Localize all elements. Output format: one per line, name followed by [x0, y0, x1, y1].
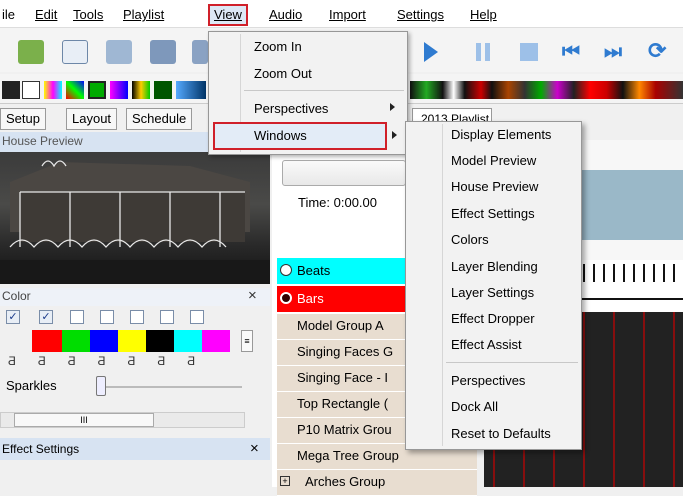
submenu-model-preview[interactable]: Model Preview — [451, 151, 536, 171]
color-swatch-green[interactable] — [62, 330, 90, 352]
fast-forward-icon[interactable]: ⏭ — [604, 42, 622, 62]
menu-edit[interactable]: Edit — [33, 6, 59, 24]
beats-radio[interactable] — [280, 264, 292, 276]
row-bars[interactable]: Bars — [277, 286, 407, 312]
color-swatch-black[interactable] — [146, 330, 174, 352]
save-icon[interactable] — [150, 40, 176, 64]
menu-help[interactable]: Help — [468, 6, 499, 24]
submenu-layer-settings[interactable]: Layer Settings — [451, 283, 534, 303]
sparkles-label: Sparkles — [6, 378, 57, 393]
color-swatch-cyan[interactable] — [174, 330, 202, 352]
color-panel-scroll-thumb[interactable]: ≡ — [241, 330, 253, 352]
house-preview-image — [0, 152, 270, 284]
checkbox-color-4[interactable] — [100, 310, 114, 324]
checkbox-color-7[interactable] — [190, 310, 204, 324]
lock-icons-row: ƋƋƋƋƋƋƋ — [8, 354, 218, 368]
save-as-icon[interactable] — [192, 40, 208, 64]
time-label: Time: 0:00.00 — [298, 195, 378, 210]
checkbox-color-3[interactable] — [70, 310, 84, 324]
view-menu-zoom-out[interactable]: Zoom Out — [254, 63, 312, 85]
effects-palette-strip[interactable] — [410, 81, 683, 99]
perspectives-arrow-icon — [390, 103, 395, 111]
menu-audio[interactable]: Audio — [267, 6, 304, 24]
checkbox-color-1[interactable]: ✓ — [6, 310, 20, 324]
menu-file[interactable]: ile — [0, 6, 17, 24]
effect-off-icon[interactable] — [2, 81, 20, 99]
row-singing-faces-g[interactable]: Singing Faces G — [277, 340, 407, 366]
menu-playlist[interactable]: Playlist — [121, 6, 166, 24]
menu-settings[interactable]: Settings — [395, 6, 446, 24]
submenu-effect-dropper[interactable]: Effect Dropper — [451, 309, 535, 329]
row-top-rectangle[interactable]: Top Rectangle ( — [277, 392, 407, 418]
submenu-house-preview[interactable]: House Preview — [451, 177, 538, 197]
sequencer-combo[interactable] — [282, 160, 406, 186]
submenu-colors[interactable]: Colors — [451, 230, 489, 250]
checkbox-color-5[interactable] — [130, 310, 144, 324]
effect-curtain-icon[interactable] — [132, 81, 150, 99]
menu-view[interactable]: View — [208, 4, 248, 26]
checkbox-color-2[interactable]: ✓ — [39, 310, 53, 324]
hscroll-thumb[interactable]: III — [14, 413, 154, 427]
view-menu-windows[interactable]: Windows — [254, 125, 307, 147]
effect-fire-icon[interactable] — [176, 81, 206, 99]
stop-icon[interactable] — [520, 43, 538, 61]
tab-layout[interactable]: Layout — [66, 108, 118, 130]
submenu-dock-all[interactable]: Dock All — [451, 397, 498, 417]
effect-bars-icon[interactable] — [44, 81, 62, 99]
submenu-display-elements[interactable]: Display Elements — [451, 125, 551, 145]
repeat-icon[interactable]: ⟳ — [648, 40, 666, 62]
tab-schedule[interactable]: Schedule — [126, 108, 193, 130]
row-singing-face[interactable]: Singing Face - I — [277, 366, 407, 392]
row-beats[interactable]: Beats — [277, 258, 407, 284]
color-swatch-blue[interactable] — [90, 330, 118, 352]
view-menu-perspectives[interactable]: Perspectives — [254, 98, 328, 120]
color-swatch-yellow[interactable] — [118, 330, 146, 352]
new-file-icon[interactable] — [62, 40, 88, 64]
effect-butterfly-icon[interactable] — [66, 81, 84, 99]
new-sequence-icon[interactable] — [18, 40, 44, 64]
color-panel-title: Color — [0, 288, 270, 306]
effect-settings-title: Effect Settings — [0, 438, 270, 460]
rewind-icon[interactable]: ⏮ — [562, 42, 580, 62]
color-swatch-magenta[interactable] — [202, 330, 230, 352]
bars-radio[interactable] — [280, 292, 292, 304]
view-menu-separator — [244, 90, 404, 91]
submenu-effect-assist[interactable]: Effect Assist — [451, 335, 522, 355]
menu-import[interactable]: Import — [327, 6, 368, 24]
submenu-reset-to-defaults[interactable]: Reset to Defaults — [451, 424, 551, 444]
submenu-layer-blending[interactable]: Layer Blending — [451, 257, 538, 277]
sparkles-slider-thumb[interactable] — [96, 376, 106, 396]
expand-icon[interactable]: + — [280, 476, 290, 486]
effect-on-icon[interactable] — [22, 81, 40, 99]
pause-icon[interactable] — [476, 43, 490, 61]
row-arches-group[interactable]: Arches Group — [277, 470, 477, 496]
effect-circles-icon[interactable] — [88, 81, 106, 99]
color-panel-close-icon[interactable]: × — [248, 288, 257, 304]
submenu-effect-settings[interactable]: Effect Settings — [451, 204, 535, 224]
open-folder-icon[interactable] — [106, 40, 132, 64]
row-model-group-a[interactable]: Model Group A — [277, 314, 407, 340]
menu-tools[interactable]: Tools — [71, 6, 105, 24]
effect-settings-close-icon[interactable]: × — [250, 440, 259, 458]
windows-arrow-icon — [392, 131, 397, 139]
view-menu-zoom-in[interactable]: Zoom In — [254, 36, 302, 58]
play-icon[interactable] — [424, 42, 438, 62]
submenu-gutter — [442, 124, 443, 446]
effect-fan-icon[interactable] — [154, 81, 172, 99]
menu-bar: ile Edit Tools Playlist View Audio Impor… — [0, 0, 683, 28]
tab-setup[interactable]: Setup — [0, 108, 46, 130]
color-swatch-red[interactable] — [32, 330, 62, 352]
checkbox-color-6[interactable] — [160, 310, 174, 324]
submenu-separator — [446, 362, 578, 363]
sparkles-slider-track[interactable] — [96, 386, 242, 388]
submenu-perspectives[interactable]: Perspectives — [451, 371, 525, 391]
row-p10-matrix-group[interactable]: P10 Matrix Grou — [277, 418, 407, 444]
effect-color-wash-icon[interactable] — [110, 81, 128, 99]
